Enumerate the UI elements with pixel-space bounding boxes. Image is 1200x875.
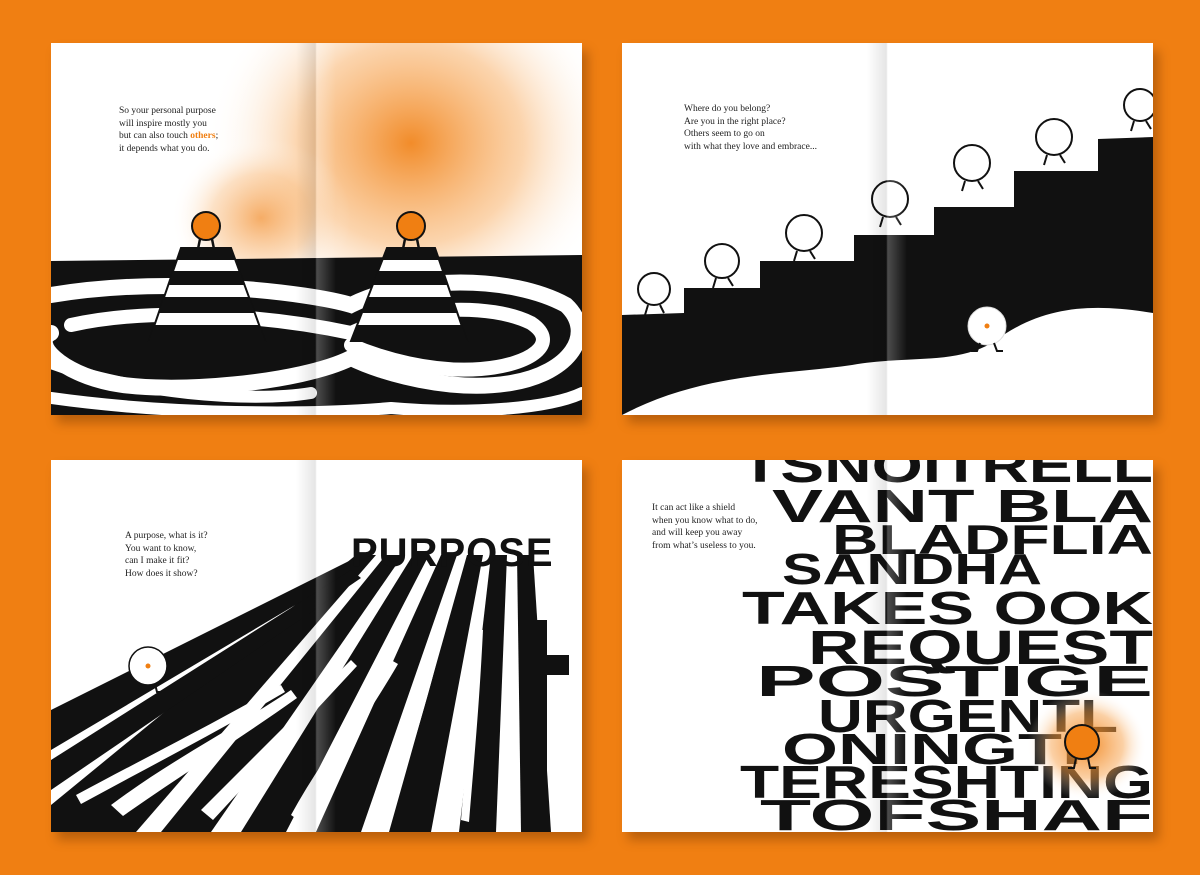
walking-character xyxy=(785,214,823,262)
highlight-word: others xyxy=(190,131,216,141)
book-spread-purpose: PURPOSE A purpose, what is it? You want … xyxy=(51,460,582,832)
walking-character xyxy=(1035,118,1073,166)
text-line: when you know what to do, xyxy=(652,515,758,526)
illustration-two-beacons xyxy=(51,43,582,415)
text-line: from what’s useless to you. xyxy=(652,540,756,551)
spread-text: A purpose, what is it? You want to know,… xyxy=(125,530,208,580)
spread-text: Where do you belong? Are you in the righ… xyxy=(684,103,817,153)
text-line: It can act like a shield xyxy=(652,503,736,513)
spread-text: So your personal purpose will inspire mo… xyxy=(119,105,218,155)
text-line: You want to know, xyxy=(125,543,197,554)
text-line: with what they love and embrace... xyxy=(684,141,817,152)
walking-character xyxy=(1123,88,1153,132)
text-line: will inspire mostly you xyxy=(119,118,207,129)
text-line: but can also touch others; xyxy=(119,131,219,141)
book-spread-shield: TSNOITRELL VANT BLA BLADFLIA SANDHA TAKE… xyxy=(622,460,1153,832)
text-line: Others seem to go on xyxy=(684,129,765,139)
text-line: and will keep you away xyxy=(652,528,743,538)
walking-character xyxy=(871,180,909,228)
text-line: Where do you belong? xyxy=(684,104,771,114)
text-line: How does it show? xyxy=(125,568,198,579)
walking-character xyxy=(704,243,740,289)
book-spread-personal-purpose: So your personal purpose will inspire mo… xyxy=(51,43,582,415)
text-line: Are you in the right place? xyxy=(684,116,786,127)
illustration-staircase xyxy=(622,88,1153,415)
book-spread-where-belong: Where do you belong? Are you in the righ… xyxy=(622,43,1153,415)
illustration-purpose-perspective: PURPOSE xyxy=(51,531,569,832)
text-line: it depends what you do. xyxy=(119,143,210,154)
text-line: A purpose, what is it? xyxy=(125,531,208,541)
text-line: can I make it fit? xyxy=(125,556,190,566)
text-line: So your personal purpose xyxy=(119,106,216,116)
purpose-headline: PURPOSE xyxy=(351,531,554,575)
spread-text: It can act like a shield when you know w… xyxy=(652,502,758,552)
black-staircase xyxy=(622,137,1153,415)
walking-character xyxy=(953,144,991,192)
walking-character xyxy=(637,272,671,316)
